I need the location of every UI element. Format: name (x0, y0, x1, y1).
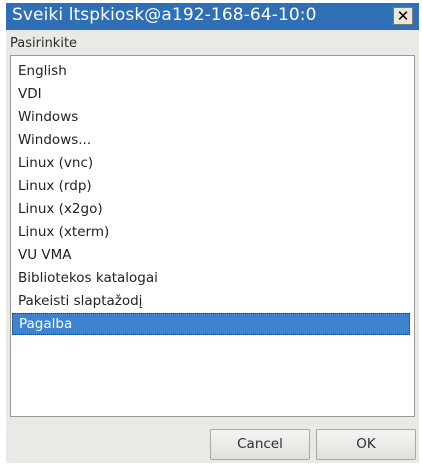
list-item-english[interactable]: English (12, 60, 410, 82)
title-bar[interactable]: Sveiki ltspkiosk@a192-168-64-10:0 ✕ (6, 3, 419, 30)
list-item-linux-vnc[interactable]: Linux (vnc) (12, 152, 410, 174)
list-item-vdi[interactable]: VDI (12, 83, 410, 105)
list-item-windows[interactable]: Windows (12, 106, 410, 128)
list-item-linux-x2go[interactable]: Linux (x2go) (12, 198, 410, 220)
ok-button[interactable]: OK (316, 429, 416, 460)
list-item-pakeisti-slaptazodi[interactable]: Pakeisti slaptažodį (12, 290, 410, 312)
window-title: Sveiki ltspkiosk@a192-168-64-10:0 (12, 5, 317, 25)
cancel-button[interactable]: Cancel (210, 429, 310, 460)
list-item-vu-vma[interactable]: VU VMA (12, 244, 410, 266)
options-list[interactable]: English VDI Windows Windows... Linux (vn… (10, 55, 415, 417)
close-icon[interactable]: ✕ (393, 7, 413, 25)
list-item-linux-xterm[interactable]: Linux (xterm) (12, 221, 410, 243)
list-item-windows-more[interactable]: Windows... (12, 129, 410, 151)
prompt-label: Pasirinkite (10, 36, 78, 51)
dialog-window: Sveiki ltspkiosk@a192-168-64-10:0 ✕ Pasi… (6, 3, 419, 463)
list-item-pagalba-selected[interactable]: Pagalba (12, 313, 410, 335)
list-item-bibliotekos-katalogai[interactable]: Bibliotekos katalogai (12, 267, 410, 289)
list-item-linux-rdp[interactable]: Linux (rdp) (12, 175, 410, 197)
